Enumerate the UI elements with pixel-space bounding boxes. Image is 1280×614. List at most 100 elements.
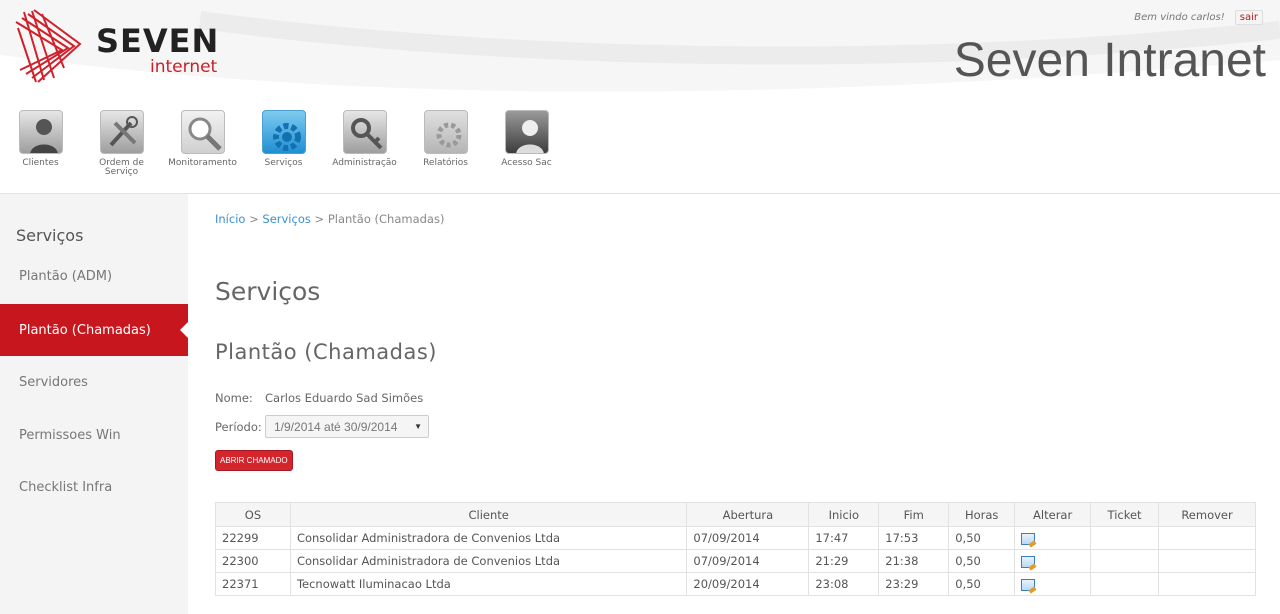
cell-alterar <box>1014 572 1092 596</box>
column-header-alterar: Alterar <box>1014 502 1092 527</box>
admin-key-icon <box>342 110 387 154</box>
work-order-icon <box>99 110 144 154</box>
menu-label: Administração <box>332 158 397 168</box>
section-title: Plantão (Chamadas) <box>215 340 437 364</box>
column-header-inicio[interactable]: Inicio <box>808 502 880 527</box>
cell-os: 22299 <box>215 526 291 550</box>
cell-fim: 21:38 <box>878 549 950 573</box>
menu-item-administracao[interactable]: Administração <box>324 110 405 190</box>
menu-item-ordem-de-servico[interactable]: Ordem de Serviço <box>81 110 162 190</box>
menu-label: Acesso Sac <box>501 158 552 168</box>
cell-cliente: Consolidar Administradora de Convenios L… <box>289 549 688 573</box>
menu-item-monitoramento[interactable]: Monitoramento <box>162 110 243 190</box>
cell-horas: 0,50 <box>948 526 1016 550</box>
logo-mark-icon <box>15 9 82 83</box>
cell-inicio: 21:29 <box>808 549 880 573</box>
column-header-fim[interactable]: Fim <box>878 502 950 527</box>
cell-cliente: Tecnowatt Iluminacao Ltda <box>289 572 688 596</box>
cell-alterar <box>1014 549 1092 573</box>
chevron-down-icon: ▼ <box>414 422 422 431</box>
open-ticket-button[interactable]: ABRIR CHAMADO <box>215 450 293 471</box>
menu-item-relatorios[interactable]: Relatórios <box>405 110 486 190</box>
sidebar-item-label: Servidores <box>19 374 88 390</box>
table-row: 22300 Consolidar Administradora de Conve… <box>215 549 1256 573</box>
sidebar-item-label: Plantão (Chamadas) <box>19 322 151 338</box>
cell-os: 22300 <box>215 549 291 573</box>
menu-label: Monitoramento <box>168 158 237 168</box>
cell-horas: 0,50 <box>948 549 1016 573</box>
menu-label: Relatórios <box>423 158 468 168</box>
menu-label: Ordem de Serviço <box>99 158 144 177</box>
cell-remover <box>1158 526 1256 550</box>
menu-item-servicos[interactable]: Serviços <box>243 110 324 190</box>
column-header-os[interactable]: OS <box>215 502 291 527</box>
sidebar-item-plantao-chamadas[interactable]: Plantão (Chamadas) <box>0 304 188 356</box>
table-row: 22299 Consolidar Administradora de Conve… <box>215 526 1256 550</box>
breadcrumb-home-link[interactable]: Início <box>215 212 245 226</box>
services-gear-icon <box>261 110 306 154</box>
sidebar-item-checklist-infra[interactable]: Checklist Infra <box>0 461 188 513</box>
cell-remover <box>1158 572 1256 596</box>
page-title: Serviços <box>215 277 321 306</box>
monitoring-icon <box>180 110 225 154</box>
period-field: Período: 1/9/2014 até 30/9/2014 ▼ <box>215 415 429 438</box>
menu-label: Serviços <box>264 158 303 168</box>
period-select[interactable]: 1/9/2014 até 30/9/2014 ▼ <box>265 415 429 438</box>
breadcrumb-current: Plantão (Chamadas) <box>327 212 445 226</box>
name-label: Nome: <box>215 391 253 405</box>
cell-cliente: Consolidar Administradora de Convenios L… <box>289 526 688 550</box>
sidebar-item-plantao-adm[interactable]: Plantão (ADM) <box>0 250 188 302</box>
table-header-row: OS Cliente Abertura Inicio Fim Horas Alt… <box>215 502 1256 527</box>
breadcrumb: Início > Serviços > Plantão (Chamadas) <box>215 212 444 226</box>
cell-abertura: 07/09/2014 <box>686 549 810 573</box>
sidebar: Serviços Plantão (ADM) Plantão (Chamadas… <box>0 194 188 614</box>
cell-remover <box>1158 549 1256 573</box>
cell-abertura: 20/09/2014 <box>686 572 810 596</box>
breadcrumb-section-link[interactable]: Serviços <box>262 212 310 226</box>
column-header-horas[interactable]: Horas <box>948 502 1016 527</box>
sidebar-item-label: Checklist Infra <box>19 479 113 495</box>
sidebar-item-label: Plantão (ADM) <box>19 268 113 284</box>
cell-alterar <box>1014 526 1092 550</box>
seven-logo[interactable]: SEVEN internet <box>14 8 218 84</box>
table-row: 22371 Tecnowatt Iluminacao Ltda 20/09/20… <box>215 572 1256 596</box>
period-label: Período: <box>215 419 262 434</box>
column-header-remover: Remover <box>1158 502 1256 527</box>
logout-button[interactable]: sair <box>1234 10 1263 25</box>
column-header-abertura[interactable]: Abertura <box>686 502 810 527</box>
support-access-icon <box>504 110 549 154</box>
sidebar-item-servidores[interactable]: Servidores <box>0 356 188 408</box>
sidebar-title: Serviços <box>16 226 84 245</box>
welcome-text: Bem vindo carlos! <box>1134 12 1225 23</box>
cell-abertura: 07/09/2014 <box>686 526 810 550</box>
edit-icon[interactable] <box>1021 555 1036 568</box>
sidebar-item-permissoes-win[interactable]: Permissoes Win <box>0 409 188 461</box>
cell-horas: 0,50 <box>948 572 1016 596</box>
name-field: Nome: Carlos Eduardo Sad Simões <box>215 391 423 405</box>
logo-subtitle: internet <box>150 57 218 77</box>
column-header-cliente[interactable]: Cliente <box>289 502 688 527</box>
reports-icon <box>423 110 468 154</box>
menu-item-clientes[interactable]: Clientes <box>0 110 81 190</box>
menu-item-acesso-sac[interactable]: Acesso Sac <box>486 110 567 190</box>
name-value: Carlos Eduardo Sad Simões <box>265 391 424 405</box>
site-title: Seven Intranet <box>953 34 1266 87</box>
cell-ticket <box>1090 549 1160 573</box>
cell-ticket <box>1090 526 1160 550</box>
cell-inicio: 17:47 <box>808 526 880 550</box>
clients-icon <box>18 110 63 154</box>
cell-fim: 23:29 <box>878 572 950 596</box>
sidebar-item-label: Permissoes Win <box>19 427 121 443</box>
main-content: Início > Serviços > Plantão (Chamadas) S… <box>188 194 1280 614</box>
column-header-ticket: Ticket <box>1090 502 1160 527</box>
cell-ticket <box>1090 572 1160 596</box>
calls-table: OS Cliente Abertura Inicio Fim Horas Alt… <box>215 502 1256 596</box>
edit-icon[interactable] <box>1021 532 1036 545</box>
breadcrumb-separator: > <box>314 212 325 226</box>
cell-fim: 17:53 <box>878 526 950 550</box>
cell-inicio: 23:08 <box>808 572 880 596</box>
logo-wordmark: SEVEN <box>96 22 220 60</box>
breadcrumb-separator: > <box>249 212 259 226</box>
edit-icon[interactable] <box>1021 578 1036 591</box>
welcome-area: Bem vindo carlos! sair <box>1134 10 1263 25</box>
